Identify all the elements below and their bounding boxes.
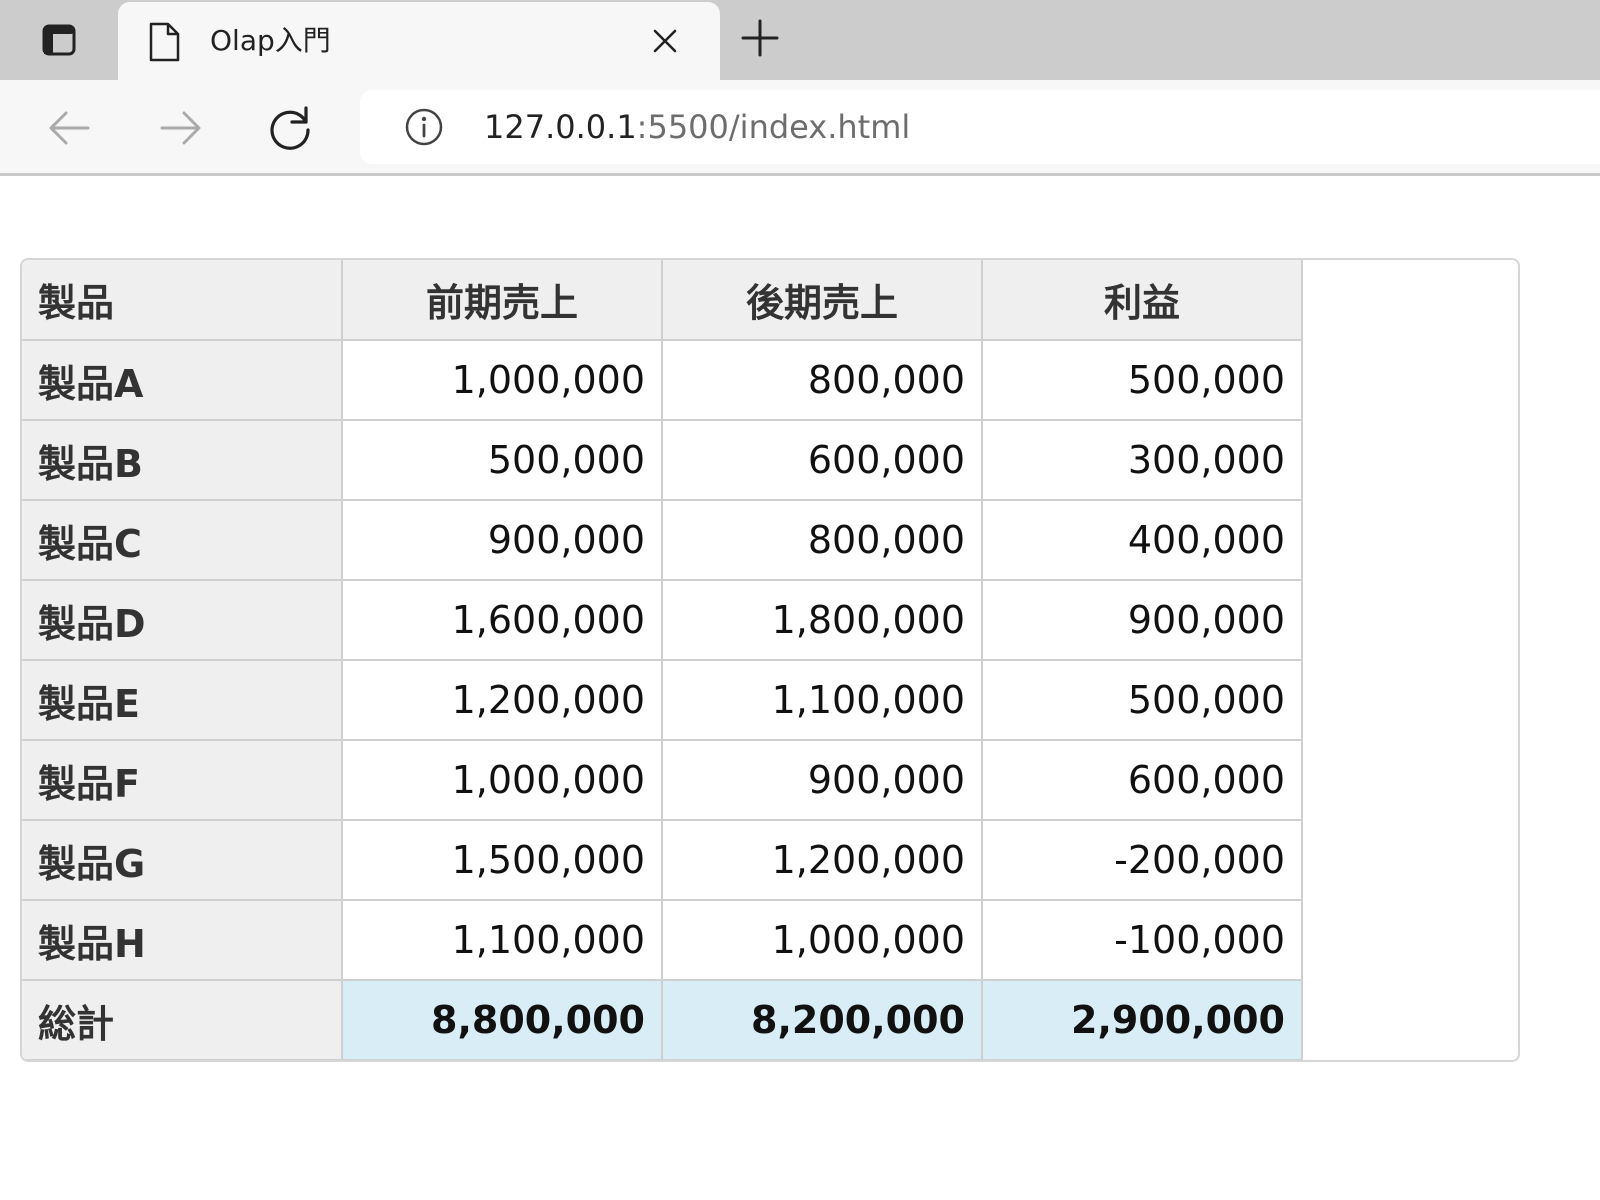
table-row: 製品G 1,500,000 1,200,000 -200,000 bbox=[22, 819, 1303, 901]
value-cell[interactable]: 1,800,000 bbox=[661, 579, 983, 661]
total-cell[interactable]: 8,800,000 bbox=[341, 979, 663, 1060]
active-tab[interactable]: Olap入門 bbox=[118, 2, 720, 80]
value-cell[interactable]: -100,000 bbox=[981, 899, 1303, 981]
row-header[interactable]: 製品H bbox=[22, 899, 343, 981]
value-cell[interactable]: 1,100,000 bbox=[661, 659, 983, 741]
column-header[interactable]: 製品 bbox=[22, 260, 343, 341]
arrow-right-icon[interactable] bbox=[154, 102, 206, 154]
row-header[interactable]: 製品G bbox=[22, 819, 343, 901]
total-cell[interactable]: 2,900,000 bbox=[981, 979, 1303, 1060]
reload-icon[interactable] bbox=[264, 102, 316, 154]
url-path: :5500/index.html bbox=[636, 108, 911, 146]
tab-strip: Olap入門 bbox=[0, 0, 1600, 80]
table-row: 製品E 1,200,000 1,100,000 500,000 bbox=[22, 659, 1303, 741]
address-bar[interactable]: 127.0.0.1:5500/index.html bbox=[360, 90, 1600, 164]
value-cell[interactable]: 1,100,000 bbox=[341, 899, 663, 981]
value-cell[interactable]: 900,000 bbox=[341, 499, 663, 581]
browser-toolbar: 127.0.0.1:5500/index.html bbox=[0, 80, 1600, 176]
tab-actions-icon[interactable] bbox=[26, 20, 92, 60]
tab-title: Olap入門 bbox=[210, 24, 331, 57]
value-cell[interactable]: 500,000 bbox=[981, 339, 1303, 421]
close-icon[interactable] bbox=[652, 28, 678, 58]
value-cell[interactable]: 1,500,000 bbox=[341, 819, 663, 901]
value-cell[interactable]: 900,000 bbox=[981, 579, 1303, 661]
value-cell[interactable]: 800,000 bbox=[661, 339, 983, 421]
table-row: 製品D 1,600,000 1,800,000 900,000 bbox=[22, 579, 1303, 661]
value-cell[interactable]: 400,000 bbox=[981, 499, 1303, 581]
value-cell[interactable]: 600,000 bbox=[981, 739, 1303, 821]
row-header[interactable]: 製品E bbox=[22, 659, 343, 741]
value-cell[interactable]: 300,000 bbox=[981, 419, 1303, 501]
row-header[interactable]: 製品F bbox=[22, 739, 343, 821]
info-icon[interactable] bbox=[404, 107, 444, 151]
value-cell[interactable]: 600,000 bbox=[661, 419, 983, 501]
column-header[interactable]: 利益 bbox=[981, 260, 1303, 341]
value-cell[interactable]: 500,000 bbox=[341, 419, 663, 501]
column-header[interactable]: 前期売上 bbox=[341, 260, 663, 341]
url-text[interactable]: 127.0.0.1:5500/index.html bbox=[484, 106, 910, 148]
row-header[interactable]: 製品D bbox=[22, 579, 343, 661]
row-header[interactable]: 製品C bbox=[22, 499, 343, 581]
url-host: 127.0.0.1 bbox=[484, 108, 637, 146]
total-cell[interactable]: 8,200,000 bbox=[661, 979, 983, 1060]
value-cell[interactable]: 900,000 bbox=[661, 739, 983, 821]
table-row: 製品C 900,000 800,000 400,000 bbox=[22, 499, 1303, 581]
pivot-grid: 製品 前期売上 後期売上 利益 製品A 1,000,000 800,000 500,000 製品… bbox=[20, 258, 1520, 1062]
value-cell[interactable]: 1,000,000 bbox=[661, 899, 983, 981]
value-cell[interactable]: 1,200,000 bbox=[341, 659, 663, 741]
value-cell[interactable]: 800,000 bbox=[661, 499, 983, 581]
document-icon bbox=[148, 22, 180, 66]
table-row: 製品H 1,100,000 1,000,000 -100,000 bbox=[22, 899, 1303, 981]
value-cell[interactable]: 1,200,000 bbox=[661, 819, 983, 901]
column-header[interactable]: 後期売上 bbox=[661, 260, 983, 341]
value-cell[interactable]: 1,000,000 bbox=[341, 739, 663, 821]
value-cell[interactable]: 1,000,000 bbox=[341, 339, 663, 421]
header-row: 製品 前期売上 後期売上 利益 bbox=[22, 260, 1303, 341]
table-row: 製品A 1,000,000 800,000 500,000 bbox=[22, 339, 1303, 421]
arrow-left-icon[interactable] bbox=[44, 102, 96, 154]
pivot-table: 製品 前期売上 後期売上 利益 製品A 1,000,000 800,000 500,000 製品… bbox=[22, 260, 1303, 1060]
table-row: 製品F 1,000,000 900,000 600,000 bbox=[22, 739, 1303, 821]
row-header[interactable]: 製品A bbox=[22, 339, 343, 421]
total-row: 総計 8,800,000 8,200,000 2,900,000 bbox=[22, 979, 1303, 1060]
plus-icon[interactable] bbox=[740, 18, 780, 62]
value-cell[interactable]: -200,000 bbox=[981, 819, 1303, 901]
row-header[interactable]: 製品B bbox=[22, 419, 343, 501]
total-label[interactable]: 総計 bbox=[22, 979, 343, 1060]
value-cell[interactable]: 500,000 bbox=[981, 659, 1303, 741]
value-cell[interactable]: 1,600,000 bbox=[341, 579, 663, 661]
table-row: 製品B 500,000 600,000 300,000 bbox=[22, 419, 1303, 501]
